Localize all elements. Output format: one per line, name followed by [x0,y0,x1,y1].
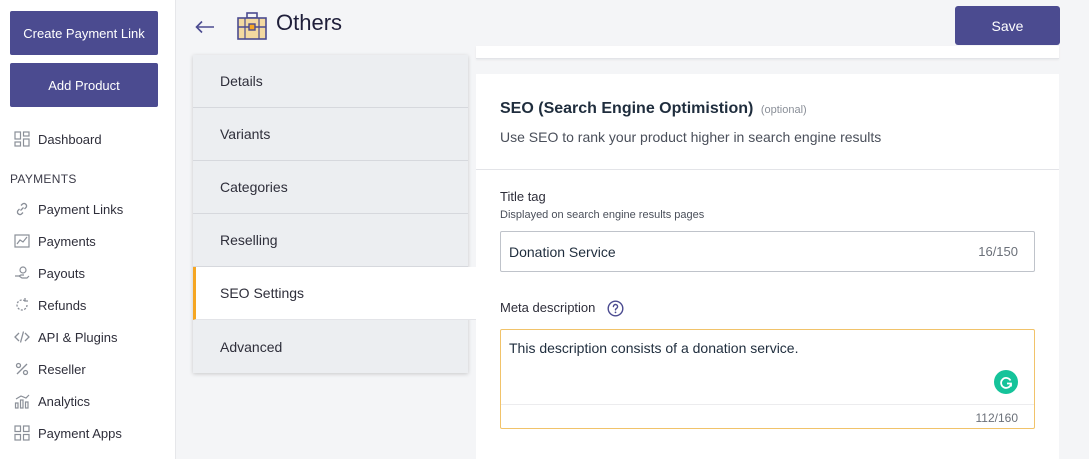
sidebar-item-refunds[interactable]: Refunds [13,294,86,316]
settings-tab-menu: Details Variants Categories Reselling SE… [193,55,476,373]
link-icon [13,200,31,218]
back-arrow-icon[interactable] [194,16,216,38]
sidebar-item-label: API & Plugins [38,329,118,345]
optional-label: (optional) [760,104,807,116]
grammarly-icon[interactable] [994,370,1018,394]
save-button[interactable]: Save [955,6,1060,45]
title-tag-help: Displayed on search engine results pages [500,209,705,221]
seo-subtitle: Use SEO to rank your product higher in s… [500,129,882,145]
percent-icon [13,360,31,378]
sidebar-item-label: Reseller [38,361,86,377]
meta-description-label: Meta description [500,300,596,315]
code-icon [13,328,31,346]
hand-coin-icon [13,264,31,282]
meta-description-field: This description consists of a donation … [500,329,1035,429]
sidebar-item-label: Payouts [38,265,85,281]
sidebar-item-label: Refunds [38,297,87,313]
top-card-strip [476,46,1059,59]
divider [476,169,1059,170]
page-title: Others [276,10,343,35]
sidebar-item-payment-links[interactable]: Payment Links [13,198,123,220]
sidebar-item-payment-apps[interactable]: Payment Apps [13,422,122,444]
sidebar: Create Payment Link Add Product Dashboar… [0,0,176,459]
sidebar-item-reseller[interactable]: Reseller [13,358,86,380]
refresh-icon [13,296,31,314]
sidebar-item-analytics[interactable]: Analytics [13,390,90,412]
meta-description-textarea[interactable]: This description consists of a donation … [501,330,981,402]
meta-description-char-count: 112/160 [975,411,1019,425]
sidebar-item-label: Payment Apps [38,425,122,441]
seo-title: SEO (Search Engine Optimistion) [500,100,754,117]
tab-categories[interactable]: Categories [193,161,468,214]
tab-reselling[interactable]: Reselling [193,214,468,267]
help-icon[interactable] [607,300,624,317]
title-tag-label: Title tag [500,189,546,204]
tab-details[interactable]: Details [193,55,468,108]
sidebar-item-api-plugins[interactable]: API & Plugins [13,326,118,348]
sidebar-item-payouts[interactable]: Payouts [13,262,85,284]
chart-line-icon [13,232,31,250]
seo-heading: SEO (Search Engine Optimistion) (optiona… [500,100,807,118]
sidebar-item-dashboard[interactable]: Dashboard [13,128,102,150]
sidebar-item-payments[interactable]: Payments [13,230,96,252]
sidebar-item-label: Analytics [38,393,91,409]
briefcase-icon [236,10,268,42]
add-product-button[interactable]: Add Product [10,63,158,107]
sidebar-item-label: Payments [38,233,96,249]
tab-seo-settings[interactable]: SEO Settings [193,267,476,320]
sidebar-section-payments: PAYMENTS [10,172,77,186]
tab-variants[interactable]: Variants [193,108,468,161]
title-tag-field: 16/150 [500,231,1035,272]
title-tag-char-count: 16/150 [978,244,1018,259]
divider [501,404,1034,405]
dashboard-icon [13,130,31,148]
sidebar-item-label: Payment Links [38,201,124,217]
seo-settings-card: SEO (Search Engine Optimistion) (optiona… [476,74,1059,459]
apps-grid-icon [13,424,31,442]
tab-advanced[interactable]: Advanced [193,320,468,373]
analytics-icon [13,392,31,410]
sidebar-item-label: Dashboard [38,131,102,147]
create-payment-link-button[interactable]: Create Payment Link [10,11,158,55]
title-tag-input[interactable] [501,232,961,271]
